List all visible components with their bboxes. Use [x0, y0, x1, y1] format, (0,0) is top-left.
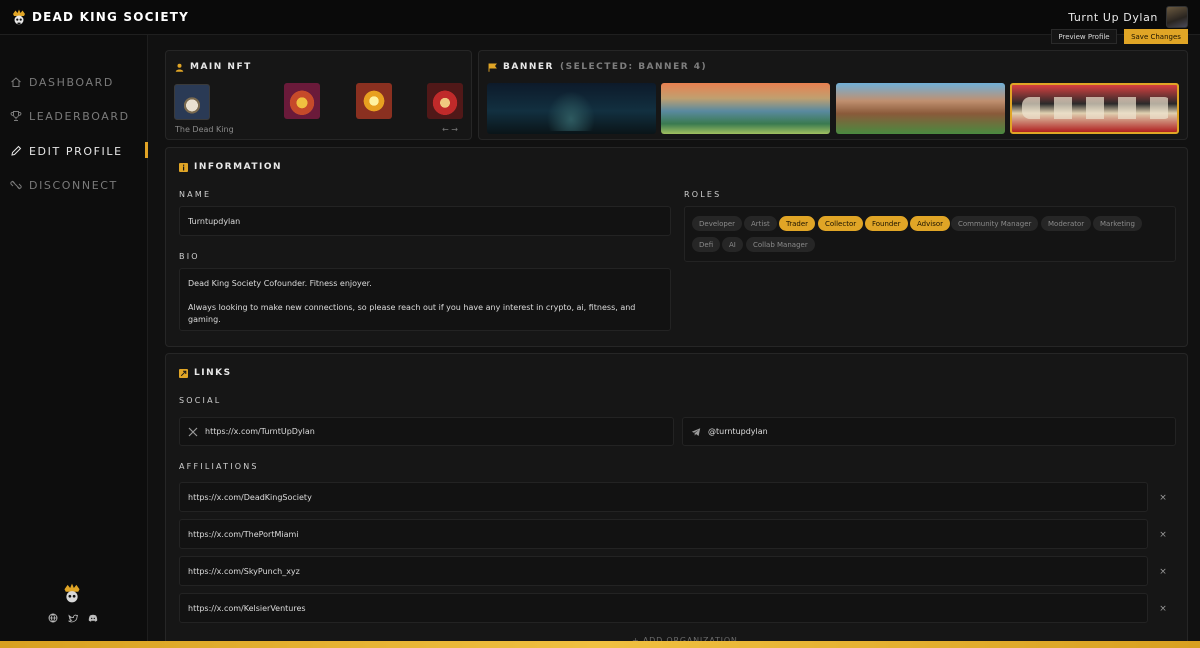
telegram-icon [691, 427, 701, 436]
flag-icon [488, 63, 497, 72]
affiliation-input[interactable]: https://x.com/KelsierVentures [179, 593, 1148, 623]
information-panel: INFORMATION NAME Turntupdylan BIO Dead K… [165, 147, 1188, 347]
main-nft-panel: MAIN NFT The Dead King ← → [165, 50, 472, 140]
banner-option-2[interactable] [661, 83, 830, 134]
remove-affiliation-button[interactable]: × [1158, 493, 1168, 503]
roles-selector: Developer Artist Trader Collector Founde… [684, 206, 1176, 262]
link-box-icon [179, 368, 188, 378]
sidebar-item-disconnect[interactable]: DISCONNECT [10, 176, 118, 194]
role-chip-artist[interactable]: Artist [744, 216, 777, 231]
globe-icon[interactable] [48, 613, 58, 623]
twitter-icon[interactable] [68, 613, 78, 623]
user-menu[interactable]: Turnt Up Dylan [1068, 6, 1188, 28]
brand-logo[interactable]: DEAD KING SOCIETY [12, 9, 189, 25]
role-chip-community-manager[interactable]: Community Manager [951, 216, 1039, 231]
sidebar-item-label: DISCONNECT [29, 178, 118, 192]
remove-affiliation-button[interactable]: × [1158, 604, 1168, 614]
bio-line: Dead King Society Cofounder. Fitness enj… [188, 279, 372, 288]
top-bar: DEAD KING SOCIETY Turnt Up Dylan [0, 0, 1200, 35]
role-chip-founder[interactable]: Founder [865, 216, 908, 231]
panel-title: LINKS [179, 368, 232, 378]
banner-panel: BANNER (SELECTED: BANNER 4) [478, 50, 1188, 140]
info-icon [179, 162, 188, 172]
role-chip-defi[interactable]: Defi [692, 237, 721, 252]
nft-option-2[interactable] [284, 83, 320, 119]
nft-option-1[interactable] [174, 84, 210, 120]
role-chip-ai[interactable]: AI [722, 237, 743, 252]
role-chip-advisor[interactable]: Advisor [910, 216, 951, 231]
telegram-input[interactable]: @turntupdylan [682, 417, 1176, 446]
telegram-value: @turntupdylan [708, 427, 768, 436]
name-input[interactable]: Turntupdylan [179, 206, 671, 236]
trophy-icon [10, 111, 22, 121]
nft-option-3[interactable] [356, 83, 392, 119]
sidebar-item-leaderboard[interactable]: LEADERBOARD [10, 107, 130, 125]
links-panel: LINKS SOCIAL https://x.com/TurntUpDylan … [165, 353, 1188, 648]
roles-label: ROLES [684, 190, 722, 199]
remove-affiliation-button[interactable]: × [1158, 567, 1168, 577]
bottom-accent-strip [0, 641, 1200, 648]
crown-skull-icon [13, 9, 25, 25]
selected-nft-name: The Dead King [175, 125, 234, 134]
bio-label: BIO [179, 252, 200, 261]
x-logo-icon [188, 427, 198, 436]
active-indicator [145, 142, 148, 158]
sidebar: DASHBOARD LEADERBOARD EDIT PROFILE DISCO… [0, 35, 148, 648]
panel-title: BANNER (SELECTED: BANNER 4) [488, 62, 707, 72]
role-chip-trader[interactable]: Trader [779, 216, 816, 231]
x-url-input[interactable]: https://x.com/TurntUpDylan [179, 417, 674, 446]
user-name: Turnt Up Dylan [1068, 10, 1158, 24]
role-chip-collector[interactable]: Collector [818, 216, 864, 231]
sidebar-item-label: EDIT PROFILE [29, 144, 123, 158]
role-chip-developer[interactable]: Developer [692, 216, 743, 231]
crown-skull-icon [64, 583, 80, 603]
unlink-icon [10, 180, 22, 190]
affiliation-input[interactable]: https://x.com/ThePortMiami [179, 519, 1148, 549]
social-links [48, 613, 98, 623]
avatar[interactable] [1166, 6, 1188, 28]
bio-textarea[interactable]: Dead King Society Cofounder. Fitness enj… [179, 268, 671, 331]
banner-option-1[interactable] [487, 83, 656, 134]
save-changes-button[interactable]: Save Changes [1124, 29, 1188, 44]
affiliation-input[interactable]: https://x.com/DeadKingSociety [179, 482, 1148, 512]
x-url-value: https://x.com/TurntUpDylan [205, 427, 315, 436]
affiliations-label: AFFILIATIONS [179, 462, 259, 471]
affiliation-input[interactable]: https://x.com/SkyPunch_xyz [179, 556, 1148, 586]
user-icon [175, 63, 184, 72]
role-chip-marketing[interactable]: Marketing [1093, 216, 1142, 231]
nft-pagination[interactable]: ← → [442, 125, 458, 134]
sidebar-item-edit-profile[interactable]: EDIT PROFILE [10, 142, 123, 160]
name-label: NAME [179, 190, 212, 199]
bio-line: Always looking to make new connections, … [188, 303, 636, 324]
panel-title: MAIN NFT [175, 62, 252, 72]
banner-option-4[interactable] [1010, 83, 1179, 134]
home-icon [11, 77, 21, 87]
role-chip-moderator[interactable]: Moderator [1041, 216, 1092, 231]
nft-option-4[interactable] [427, 83, 463, 119]
social-label: SOCIAL [179, 396, 222, 405]
sidebar-item-label: LEADERBOARD [29, 109, 130, 123]
banner-selected-note: (SELECTED: BANNER 4) [559, 62, 708, 72]
role-chip-collab-manager[interactable]: Collab Manager [746, 237, 815, 252]
remove-affiliation-button[interactable]: × [1158, 530, 1168, 540]
discord-icon[interactable] [88, 613, 98, 623]
panel-title: INFORMATION [179, 162, 282, 172]
brand-name: DEAD KING SOCIETY [32, 10, 190, 24]
sidebar-item-dashboard[interactable]: DASHBOARD [10, 73, 114, 91]
banner-option-3[interactable] [836, 83, 1005, 134]
sidebar-item-label: DASHBOARD [29, 75, 114, 89]
pencil-icon [11, 145, 22, 156]
preview-profile-button[interactable]: Preview Profile [1051, 29, 1117, 44]
